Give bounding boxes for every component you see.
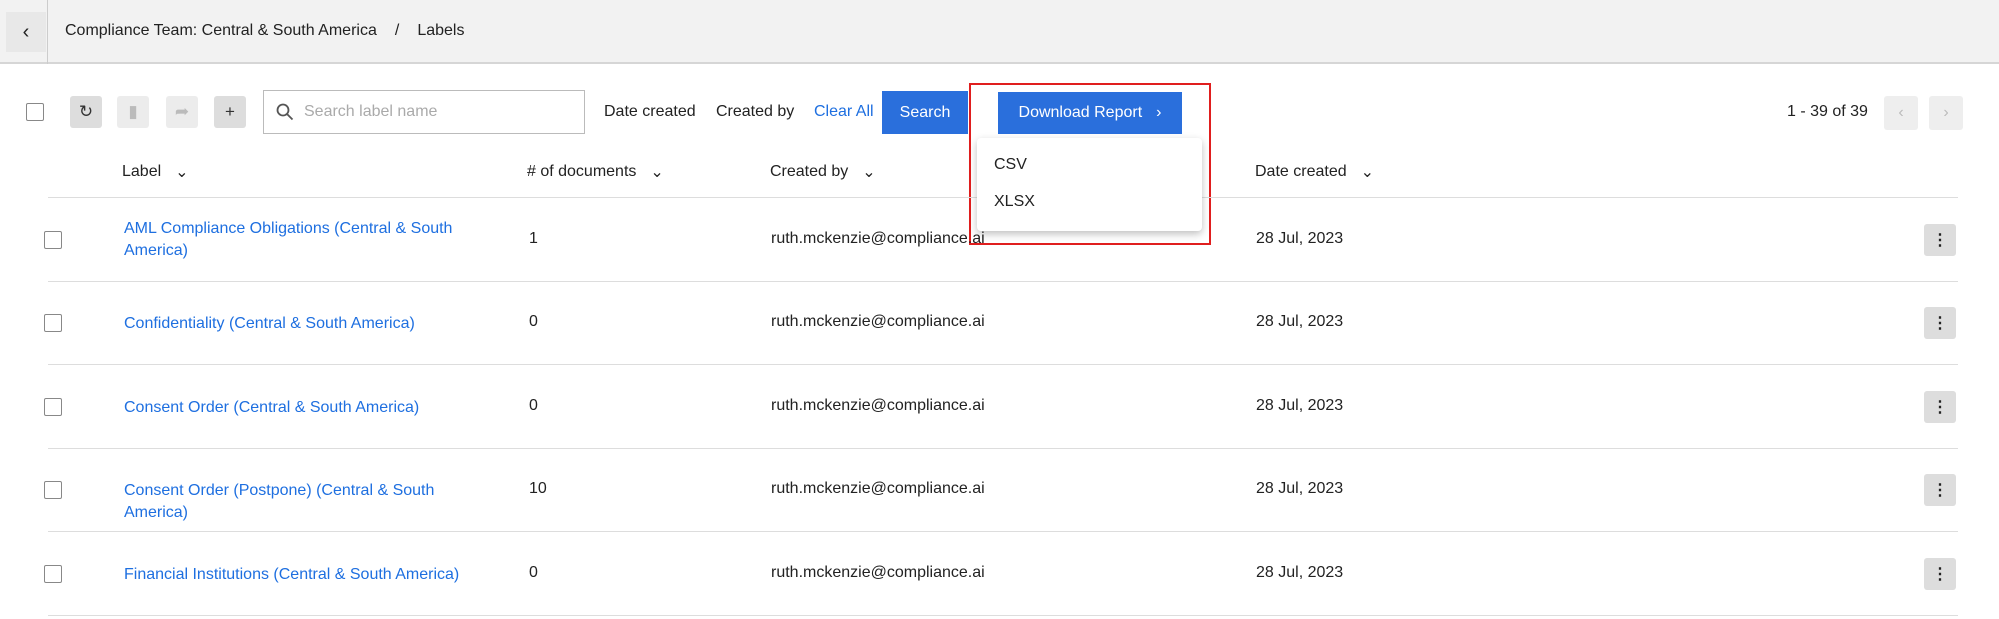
kebab-icon: ⋮ bbox=[1932, 398, 1948, 416]
date-created: 28 Jul, 2023 bbox=[1256, 479, 1344, 497]
document-count: 0 bbox=[529, 396, 538, 414]
next-page-button[interactable]: › bbox=[1929, 96, 1963, 130]
label-link[interactable]: Consent Order (Central & South America) bbox=[124, 397, 484, 419]
more-actions-button[interactable]: ⋮ bbox=[1924, 473, 1956, 506]
kebab-icon: ⋮ bbox=[1932, 231, 1948, 249]
chevron-down-icon: ⌄ bbox=[175, 164, 189, 181]
chevron-left-icon: ‹ bbox=[22, 20, 30, 43]
divider bbox=[48, 531, 1958, 532]
select-all-checkbox[interactable] bbox=[26, 103, 44, 121]
column-header-date-created[interactable]: Date created ⌄ bbox=[1255, 162, 1374, 182]
breadcrumb-separator: / bbox=[394, 22, 400, 39]
refresh-button[interactable]: ↻ bbox=[70, 96, 102, 128]
more-actions-button[interactable]: ⋮ bbox=[1924, 557, 1956, 590]
row-checkbox[interactable] bbox=[44, 564, 62, 583]
label-link[interactable]: Consent Order (Postpone) (Central & Sout… bbox=[124, 480, 484, 524]
column-header-created-by[interactable]: Created by ⌄ bbox=[770, 162, 876, 182]
document-count: 0 bbox=[529, 563, 538, 581]
delete-button[interactable]: ▮ bbox=[117, 96, 149, 128]
document-count: 1 bbox=[529, 229, 538, 247]
date-created: 28 Jul, 2023 bbox=[1256, 312, 1344, 330]
created-by: ruth.mckenzie@compliance.ai bbox=[771, 396, 985, 414]
divider bbox=[47, 0, 48, 64]
share-button[interactable]: ➦ bbox=[166, 96, 198, 128]
trash-icon: ▮ bbox=[128, 102, 138, 121]
breadcrumb: Compliance Team: Central & South America… bbox=[65, 22, 464, 40]
document-count: 10 bbox=[529, 479, 547, 497]
column-header-label[interactable]: Label ⌄ bbox=[122, 162, 189, 182]
search-input[interactable] bbox=[304, 103, 564, 121]
created-by: ruth.mckenzie@compliance.ai bbox=[771, 229, 985, 247]
more-actions-button[interactable]: ⋮ bbox=[1924, 223, 1956, 256]
column-label: Label bbox=[122, 163, 162, 180]
kebab-icon: ⋮ bbox=[1932, 314, 1948, 332]
column-header-documents[interactable]: # of documents ⌄ bbox=[527, 162, 664, 182]
kebab-icon: ⋮ bbox=[1932, 481, 1948, 499]
refresh-icon: ↻ bbox=[78, 102, 94, 121]
download-menu: CSV XLSX bbox=[977, 138, 1202, 231]
document-count: 0 bbox=[529, 312, 538, 330]
back-button[interactable]: ‹ bbox=[6, 12, 46, 52]
breadcrumb-labels: Labels bbox=[417, 22, 465, 39]
share-icon: ➦ bbox=[174, 102, 190, 121]
label-link[interactable]: Confidentiality (Central & South America… bbox=[124, 313, 484, 335]
column-label: Date created bbox=[1255, 163, 1347, 180]
column-label: Created by bbox=[770, 163, 849, 180]
divider bbox=[48, 615, 1958, 616]
date-created: 28 Jul, 2023 bbox=[1256, 396, 1344, 414]
created-by: ruth.mckenzie@compliance.ai bbox=[771, 312, 985, 330]
created-by-filter[interactable]: Created by bbox=[716, 103, 794, 121]
row-checkbox[interactable] bbox=[44, 313, 62, 332]
date-created-filter[interactable]: Date created bbox=[604, 103, 696, 121]
more-actions-button[interactable]: ⋮ bbox=[1924, 306, 1956, 339]
row-checkbox[interactable] bbox=[44, 397, 62, 416]
prev-page-button[interactable]: ‹ bbox=[1884, 96, 1918, 130]
divider bbox=[48, 281, 1958, 282]
chevron-down-icon: ⌄ bbox=[1360, 164, 1375, 181]
kebab-icon: ⋮ bbox=[1932, 565, 1948, 583]
label-link[interactable]: Financial Institutions (Central & South … bbox=[124, 564, 484, 586]
label-link[interactable]: AML Compliance Obligations (Central & So… bbox=[124, 218, 484, 262]
row-checkbox[interactable] bbox=[44, 480, 62, 499]
search-icon bbox=[276, 103, 294, 121]
row-checkbox[interactable] bbox=[44, 230, 62, 249]
date-created: 28 Jul, 2023 bbox=[1256, 229, 1344, 247]
created-by: ruth.mckenzie@compliance.ai bbox=[771, 563, 985, 581]
search-button[interactable]: Search bbox=[882, 91, 968, 134]
created-by: ruth.mckenzie@compliance.ai bbox=[771, 479, 985, 497]
chevron-right-icon: › bbox=[1943, 104, 1949, 121]
more-actions-button[interactable]: ⋮ bbox=[1924, 390, 1956, 423]
chevron-down-icon: ⌄ bbox=[862, 164, 876, 181]
date-created: 28 Jul, 2023 bbox=[1256, 563, 1344, 581]
add-label-button[interactable]: + bbox=[214, 96, 246, 128]
breadcrumb-team[interactable]: Compliance Team: Central & South America bbox=[65, 22, 377, 40]
plus-icon: + bbox=[225, 102, 235, 121]
clear-all-link[interactable]: Clear All bbox=[814, 103, 874, 121]
column-label: # of documents bbox=[527, 163, 637, 180]
menu-item-xlsx[interactable]: XLSX bbox=[994, 193, 1035, 211]
pagination-text: 1 - 39 of 39 bbox=[1787, 103, 1868, 120]
divider bbox=[48, 364, 1958, 365]
menu-item-csv[interactable]: CSV bbox=[994, 156, 1027, 174]
divider bbox=[48, 448, 1958, 449]
chevron-left-icon: ‹ bbox=[1898, 104, 1904, 121]
search-field[interactable] bbox=[263, 90, 585, 134]
chevron-down-icon: ⌄ bbox=[650, 164, 664, 181]
